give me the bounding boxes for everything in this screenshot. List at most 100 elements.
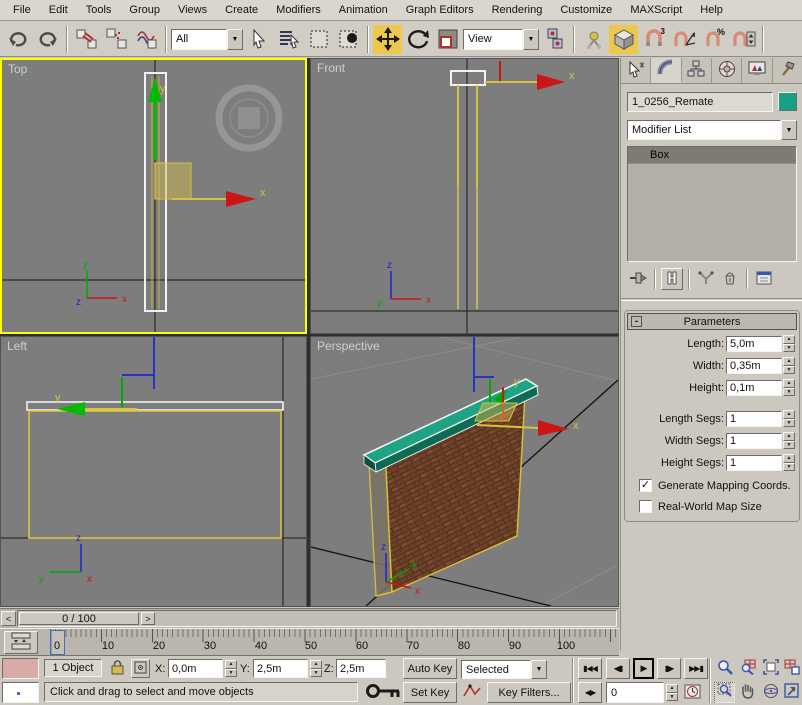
next-frame-button[interactable]: ▮▶ xyxy=(657,658,681,679)
key-filter-select[interactable]: Selected ▼ xyxy=(461,659,547,680)
tab-display[interactable] xyxy=(742,58,772,83)
zoom-all-button[interactable] xyxy=(737,658,758,679)
select-and-scale-button[interactable] xyxy=(433,25,462,54)
configure-modifier-sets-button[interactable] xyxy=(753,268,775,290)
rectangular-selection-region-button[interactable] xyxy=(304,25,333,54)
height-segs-spinner[interactable]: ▲▼ xyxy=(783,454,795,471)
auto-key-button[interactable]: Auto Key xyxy=(403,658,457,679)
y-spinner[interactable]: ▲▼ xyxy=(310,660,322,677)
go-to-end-button[interactable]: ▶▶▮ xyxy=(684,658,708,679)
chevron-down-icon[interactable]: ▼ xyxy=(531,660,547,679)
time-configuration-button[interactable] xyxy=(681,682,703,703)
macro-recorder-mini-listener[interactable] xyxy=(2,658,39,679)
play-button[interactable]: ▶ xyxy=(633,658,654,679)
length-segs-field[interactable]: 1 xyxy=(726,411,782,427)
angle-snap-toggle-button[interactable] xyxy=(669,25,698,54)
height-spinner[interactable]: ▲▼ xyxy=(783,379,795,396)
select-and-move-button[interactable] xyxy=(373,25,402,54)
length-spinner[interactable]: ▲▼ xyxy=(783,335,795,352)
select-and-rotate-button[interactable] xyxy=(403,25,432,54)
generate-mapping-coords-checkbox[interactable]: ✓ xyxy=(639,479,652,492)
select-by-name-button[interactable] xyxy=(274,25,303,54)
set-key-button[interactable]: Set Key xyxy=(403,682,457,703)
use-center-flyout-button[interactable] xyxy=(540,25,569,54)
modifier-stack-item-box[interactable]: Box xyxy=(628,147,796,164)
width-segs-field[interactable]: 1 xyxy=(726,433,782,449)
keyboard-override-toggle-button[interactable] xyxy=(609,25,638,54)
previous-frame-button[interactable]: ◀▮ xyxy=(606,658,630,679)
next-frame-arrow-button[interactable]: > xyxy=(141,612,155,625)
absolute-offset-mode-toggle-button[interactable] xyxy=(131,659,150,678)
select-and-link-button[interactable] xyxy=(72,25,101,54)
tab-modify[interactable] xyxy=(651,58,681,83)
viewport-top-label[interactable]: Top xyxy=(8,62,27,76)
viewport-perspective-label[interactable]: Perspective xyxy=(317,339,380,353)
make-unique-button[interactable] xyxy=(695,268,717,290)
maxscript-mini-listener[interactable] xyxy=(2,682,39,703)
pan-button[interactable] xyxy=(737,682,758,703)
selection-lock-toggle-button[interactable] xyxy=(107,658,127,679)
region-zoom-button[interactable] xyxy=(714,682,735,703)
time-slider-channel[interactable]: 0 / 100 > xyxy=(17,610,617,627)
viewport-top[interactable]: Top y x xyxy=(0,58,307,334)
go-to-start-button[interactable]: ▮◀◀ xyxy=(578,658,602,679)
length-segs-spinner[interactable]: ▲▼ xyxy=(783,410,795,427)
viewport-front[interactable]: Front x z x y xyxy=(310,58,619,334)
chevron-down-icon[interactable]: ▼ xyxy=(781,120,797,140)
window-crossing-toggle-button[interactable] xyxy=(334,25,363,54)
arc-rotate-button[interactable] xyxy=(760,682,781,703)
height-field[interactable]: 0,1m xyxy=(726,380,782,396)
x-spinner[interactable]: ▲▼ xyxy=(225,660,237,677)
key-mode-toggle-button[interactable]: ◀▶ xyxy=(578,682,602,703)
modifier-stack[interactable]: Box xyxy=(627,146,797,262)
selection-filter-select[interactable]: All ▼ xyxy=(171,29,243,50)
zoom-extents-all-button[interactable] xyxy=(781,658,802,679)
tab-utilities[interactable] xyxy=(773,58,802,83)
menu-modifiers[interactable]: Modifiers xyxy=(267,1,330,20)
viewport-perspective[interactable]: Perspective xyxy=(310,336,619,607)
zoom-extents-button[interactable] xyxy=(760,658,781,679)
bind-to-space-warp-button[interactable] xyxy=(132,25,161,54)
min-max-toggle-button[interactable] xyxy=(781,682,802,703)
redo-button[interactable] xyxy=(33,25,62,54)
tab-create[interactable] xyxy=(621,58,651,83)
menu-graph-editors[interactable]: Graph Editors xyxy=(397,1,483,20)
previous-frame-arrow-button[interactable]: < xyxy=(1,611,16,626)
select-object-button[interactable] xyxy=(244,25,273,54)
menu-views[interactable]: Views xyxy=(169,1,216,20)
pin-stack-button[interactable] xyxy=(627,268,649,290)
frame-spinner[interactable]: ▲▼ xyxy=(666,684,678,701)
modifier-list-select[interactable]: Modifier List ▼ xyxy=(627,120,797,140)
object-name-field[interactable]: 1_0256_Remate xyxy=(627,92,773,112)
chevron-down-icon[interactable]: ▼ xyxy=(227,29,243,50)
menu-customize[interactable]: Customize xyxy=(551,1,621,20)
unlink-selection-button[interactable] xyxy=(102,25,131,54)
menu-maxscript[interactable]: MAXScript xyxy=(621,1,691,20)
real-world-map-size-checkbox[interactable]: ✓ xyxy=(639,500,652,513)
set-key-filters-curve-button[interactable] xyxy=(461,682,483,703)
zoom-button[interactable] xyxy=(714,658,735,679)
menu-help[interactable]: Help xyxy=(691,1,732,20)
tab-hierarchy[interactable] xyxy=(682,58,712,83)
menu-edit[interactable]: Edit xyxy=(40,1,77,20)
menu-group[interactable]: Group xyxy=(120,1,169,20)
width-segs-spinner[interactable]: ▲▼ xyxy=(783,432,795,449)
menu-file[interactable]: File xyxy=(4,1,40,20)
parameters-rollout-header[interactable]: - Parameters xyxy=(627,313,797,330)
width-spinner[interactable]: ▲▼ xyxy=(783,357,795,374)
track-bar[interactable]: 0 10 20 30 40 50 60 70 80 90 100 xyxy=(0,628,619,656)
y-coordinate-field[interactable]: 2,5m xyxy=(253,659,308,678)
reference-coordinate-system-select[interactable]: View ▼ xyxy=(463,29,539,50)
current-frame-field[interactable]: 0 xyxy=(606,682,664,703)
menu-tools[interactable]: Tools xyxy=(77,1,121,20)
select-and-manipulate-button[interactable] xyxy=(579,25,608,54)
width-field[interactable]: 0,35m xyxy=(726,358,782,374)
open-mini-curve-editor-button[interactable] xyxy=(4,631,38,654)
x-coordinate-field[interactable]: 0,0m xyxy=(168,659,223,678)
remove-modifier-button[interactable] xyxy=(719,268,741,290)
key-filters-button[interactable]: Key Filters... xyxy=(487,682,571,703)
menu-rendering[interactable]: Rendering xyxy=(483,1,552,20)
snaps-toggle-button[interactable]: 3 xyxy=(639,25,668,54)
menu-animation[interactable]: Animation xyxy=(330,1,397,20)
tab-motion[interactable] xyxy=(712,58,742,83)
